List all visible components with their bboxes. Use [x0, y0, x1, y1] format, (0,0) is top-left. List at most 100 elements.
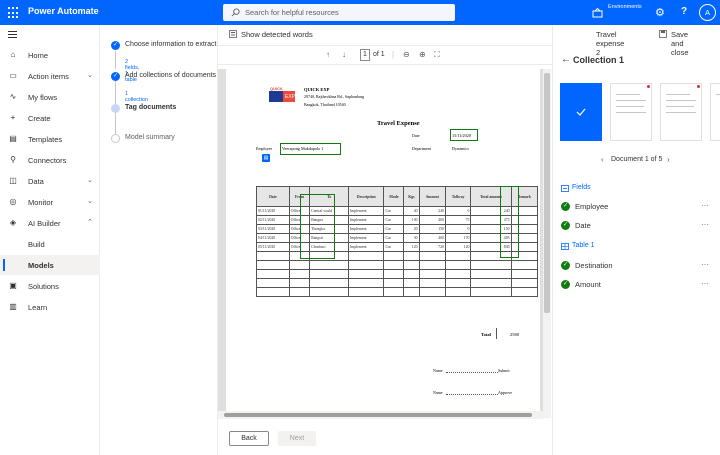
- app-title[interactable]: Power Automate: [28, 6, 99, 16]
- search-box[interactable]: Search for helpful resources: [223, 4, 455, 21]
- chevron-up-icon[interactable]: ⌃: [87, 218, 93, 226]
- field-amount[interactable]: ✓ Amount ···: [561, 278, 716, 292]
- top-bar: Power Automate Search for helpful resour…: [0, 0, 720, 25]
- table-cell: 120: [444, 242, 472, 252]
- table-header-cell: Tollway: [444, 186, 472, 207]
- table-row-empty: [256, 287, 538, 297]
- document-thumbnail-selected[interactable]: [560, 83, 602, 141]
- expense-table: Date From To Description Mode Kgs Amount Tollwa…: [256, 186, 538, 297]
- table-cell: Car: [383, 215, 405, 225]
- sidebar-item-label: Data: [28, 177, 44, 186]
- chevron-right-icon[interactable]: ›: [667, 155, 670, 164]
- sidebar-item-build[interactable]: Build: [0, 234, 100, 254]
- table-cell: 240: [418, 206, 446, 216]
- tag-box-date[interactable]: [450, 129, 478, 141]
- collection-title: Collection 1: [573, 55, 625, 65]
- hamburger-menu-icon[interactable]: [8, 31, 17, 40]
- table-cell: 150: [418, 224, 446, 234]
- table-cell: 400: [418, 233, 446, 243]
- sidebar-item-label: Models: [28, 261, 54, 270]
- table-cell: Implement: [348, 233, 385, 243]
- page-total: of 1: [373, 51, 385, 58]
- chevron-down-icon[interactable]: ⌄: [87, 71, 93, 79]
- sidebar-item-create[interactable]: + Create: [0, 108, 100, 128]
- zoom-in-icon[interactable]: ⊕: [419, 50, 426, 59]
- name-label-submit: Name: [433, 368, 443, 373]
- vertical-scrollbar[interactable]: [543, 69, 551, 418]
- field-destination[interactable]: ✓ Destination ···: [561, 259, 716, 273]
- table-cell: 0: [444, 224, 472, 234]
- more-options-icon[interactable]: ···: [701, 220, 709, 229]
- sidebar-item-action-items[interactable]: ▭ Action items ⌄: [0, 66, 100, 86]
- more-options-icon[interactable]: ···: [701, 279, 709, 288]
- document-thumbnail[interactable]: [710, 83, 720, 141]
- table-icon: [561, 243, 569, 250]
- sidebar-item-label: Build: [28, 240, 45, 249]
- show-detected-words-toggle[interactable]: Show detected words: [241, 30, 313, 39]
- document-viewer[interactable]: QUICK EXP QUICK EXP 29740, Rajthevkhna Rd…: [218, 69, 543, 418]
- sidebar-item-label: Learn: [28, 303, 48, 312]
- chevron-left-icon[interactable]: ‹: [601, 155, 604, 164]
- tag-box-amount[interactable]: [500, 186, 519, 258]
- sidebar-item-models[interactable]: Models: [0, 255, 100, 275]
- table-cell: 30: [403, 233, 420, 243]
- sidebar-item-connectors[interactable]: ⚲ Connectors: [0, 150, 100, 170]
- document-page: QUICK EXP QUICK EXP 29740, Rajthevkhna Rd…: [226, 69, 540, 418]
- table-cell: Car: [383, 233, 405, 243]
- sidebar-item-monitor[interactable]: ◎ Monitor ⌄: [0, 192, 100, 212]
- field-employee[interactable]: ✓ Employee ···: [561, 200, 716, 214]
- tag-popup-icon[interactable]: ▤: [262, 154, 270, 162]
- more-options-icon[interactable]: ···: [701, 260, 709, 269]
- sidebar-item-data[interactable]: ◫ Data ⌄: [0, 171, 100, 191]
- sidebar-item-templates[interactable]: ▤ Templates: [0, 129, 100, 149]
- book-icon: ▥: [9, 302, 17, 311]
- horizontal-scrollbar[interactable]: [218, 411, 543, 419]
- step-subtitle[interactable]: 1 collection: [125, 91, 148, 103]
- table-cell: 03/11/2020: [256, 224, 290, 234]
- next-button[interactable]: Next: [278, 431, 316, 446]
- arrow-up-icon[interactable]: ↑: [326, 50, 330, 59]
- sidebar-item-ai-builder[interactable]: ◈ AI Builder ⌃: [0, 213, 100, 233]
- arrow-down-icon[interactable]: ↓: [342, 50, 346, 59]
- company-address-line2: Bangkok, Thailand 10540: [304, 102, 346, 107]
- table-header-cell: Mode: [383, 186, 405, 207]
- chevron-down-icon[interactable]: ⌄: [87, 197, 93, 205]
- connector-icon: ⚲: [10, 155, 16, 164]
- page-number-input[interactable]: 1: [360, 49, 370, 61]
- check-circle-icon: ✓: [561, 280, 570, 289]
- table-cell: Car: [383, 224, 405, 234]
- settings-gear-icon[interactable]: ⚙: [655, 6, 665, 19]
- document-thumbnail[interactable]: [660, 83, 702, 141]
- more-options-icon[interactable]: ···: [701, 201, 709, 210]
- table-cell: 0: [444, 206, 472, 216]
- help-icon[interactable]: ?: [681, 6, 687, 17]
- sidebar-item-learn[interactable]: ▥ Learn: [0, 297, 100, 317]
- sidebar-item-home[interactable]: ⌂ Home: [0, 45, 100, 65]
- tag-box-employee[interactable]: [280, 143, 341, 155]
- avatar[interactable]: A: [699, 4, 716, 21]
- fit-page-icon[interactable]: ⛶: [434, 50, 440, 60]
- back-button[interactable]: Back: [229, 431, 269, 446]
- zoom-out-icon[interactable]: ⊖: [403, 50, 410, 59]
- tag-box-destination[interactable]: [300, 194, 335, 259]
- department-value: Dynamics: [452, 146, 469, 151]
- document-area: Show detected words Travel expense 2 Sav…: [218, 25, 689, 455]
- document-detect-icon: [229, 30, 237, 38]
- app-launcher-icon[interactable]: [8, 7, 20, 19]
- field-label: Destination: [575, 261, 613, 270]
- environment-icon[interactable]: [592, 8, 603, 18]
- check-icon: ✓: [111, 72, 120, 81]
- table-section-label: Table 1: [572, 242, 595, 249]
- sidebar-item-my-flows[interactable]: ∿ My flows: [0, 87, 100, 107]
- environments-label[interactable]: Environments: [608, 4, 642, 10]
- chevron-down-icon[interactable]: ⌄: [87, 176, 93, 184]
- back-arrow-icon[interactable]: ←: [561, 54, 571, 65]
- sidebar-item-solutions[interactable]: ▣ Solutions: [0, 276, 100, 296]
- table-cell: 170: [444, 233, 472, 243]
- step-title: Choose information to extract: [125, 41, 217, 48]
- database-icon: ◫: [9, 176, 17, 185]
- field-date[interactable]: ✓ Date ···: [561, 219, 716, 233]
- document-thumbnail[interactable]: [610, 83, 652, 141]
- check-circle-icon: ✓: [561, 202, 570, 211]
- department-label: Department: [412, 146, 431, 151]
